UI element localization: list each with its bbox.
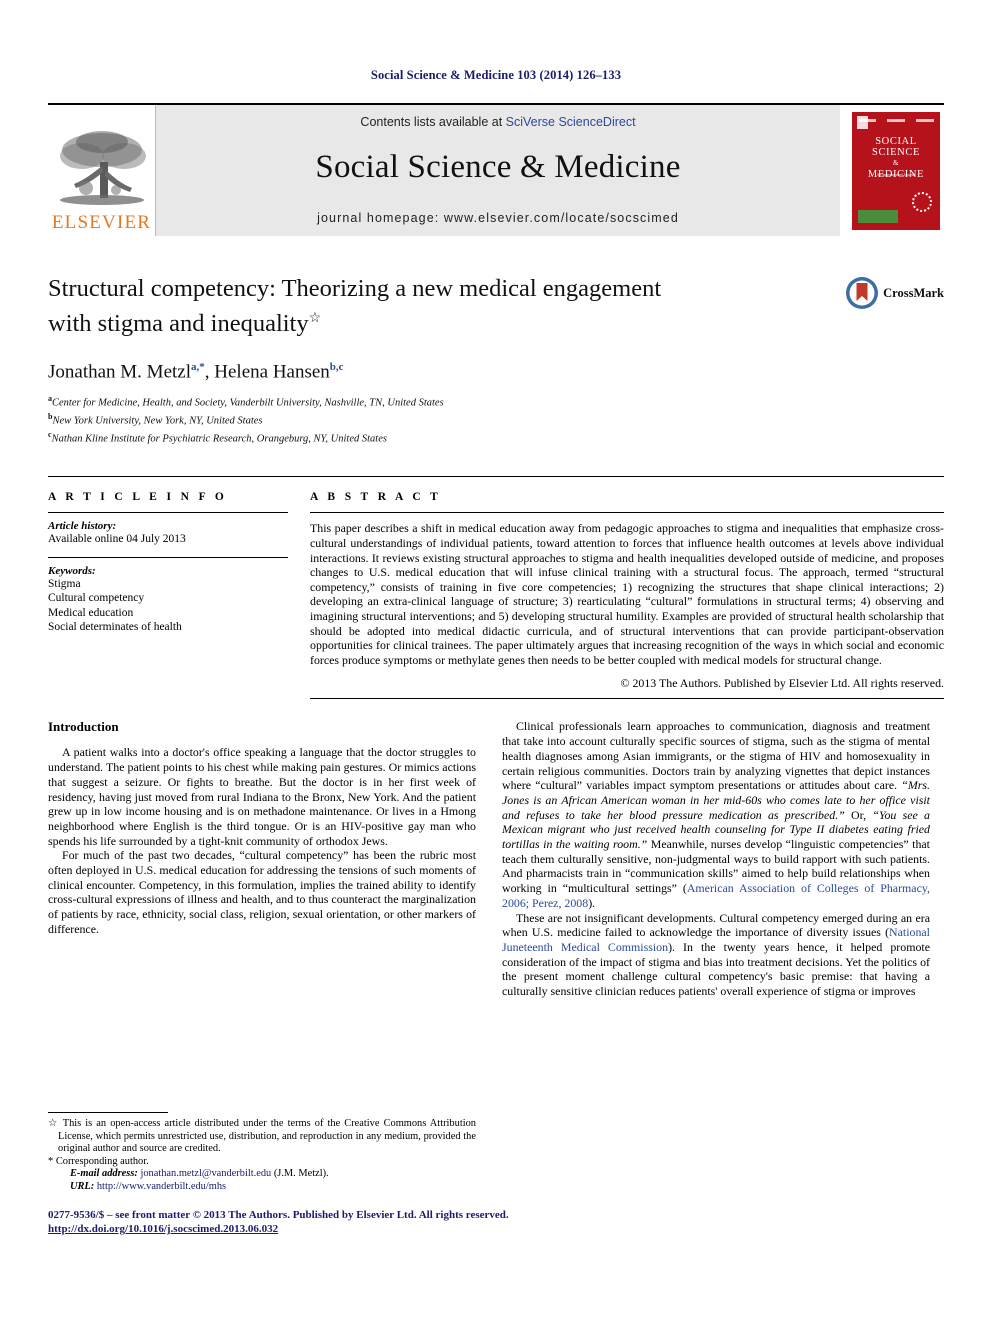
paper-page: Social Science & Medicine 103 (2014) 126…: [0, 0, 992, 1323]
elsevier-tree-icon: [59, 131, 146, 205]
footnote-corresponding-text: Corresponding author.: [55, 1155, 149, 1167]
footnote-star-marker: ☆: [48, 1118, 59, 1129]
article-title-line1: Structural competency: Theorizing a new …: [48, 275, 662, 302]
journal-homepage-link[interactable]: journal homepage: www.elsevier.com/locat…: [317, 211, 679, 236]
cover-title-amp: &: [892, 158, 900, 167]
article-info-heading: A R T I C L E I N F O: [48, 491, 228, 504]
crossmark-icon: [846, 277, 879, 309]
author-name-1[interactable]: Helena Hansen: [214, 361, 330, 382]
abstract-heading: A B S T R A C T: [310, 491, 442, 504]
affiliation-1: bNew York University, New York, NY, Unit…: [48, 410, 944, 428]
footnote-block: ☆ This is an open-access article distrib…: [48, 1112, 476, 1194]
cover-title-line2: SCIENCE: [872, 146, 920, 158]
contents-available-line: Contents lists available at SciVerse Sci…: [360, 115, 635, 129]
text-run: ).: [588, 895, 596, 910]
journal-title: Social Science & Medicine: [315, 148, 681, 185]
author-name-0[interactable]: Jonathan M. Metzl: [48, 361, 191, 382]
cover-anniversary-badge: [912, 191, 932, 212]
body-columns: Introduction A patient walks into a doct…: [48, 719, 944, 998]
keyword-item: Social determinates of health: [48, 621, 182, 634]
article-info-column: A R T I C L E I N F O Article history: A…: [48, 491, 288, 699]
email-label: E-mail address:: [70, 1168, 138, 1180]
section-heading-introduction: Introduction: [48, 719, 119, 735]
abstract-copyright: © 2013 The Authors. Published by Elsevie…: [620, 676, 944, 691]
keywords-label: Keywords:: [48, 564, 96, 577]
elsevier-wordmark: ELSEVIER: [51, 212, 152, 233]
footnote-license-text: This is an open-access article distribut…: [58, 1118, 476, 1155]
text-run: These are not insignificant developments…: [502, 910, 930, 940]
sciencedirect-link[interactable]: SciVerse ScienceDirect: [506, 115, 636, 129]
url-label: URL:: [70, 1180, 95, 1192]
email-link[interactable]: jonathan.metzl@vanderbilt.edu: [140, 1168, 271, 1179]
paragraph: A patient walks into a doctor's office s…: [48, 745, 476, 848]
url-link[interactable]: http://www.vanderbilt.edu/mhs: [97, 1181, 226, 1192]
footnote-url-row: URL: http://www.vanderbilt.edu/mhs: [48, 1181, 476, 1194]
text-run: Or,: [844, 807, 873, 822]
footnote-email-row: E-mail address: jonathan.metzl@vanderbil…: [48, 1168, 476, 1181]
title-block: Structural competency: Theorizing a new …: [48, 274, 944, 446]
page-title: Structural competency: Theorizing a new …: [48, 274, 688, 339]
contents-prefix: Contents lists available at: [360, 115, 506, 129]
affiliation-0: aCenter for Medicine, Health, and Societ…: [48, 392, 944, 410]
abstract-text: This paper describes a shift in medical …: [310, 512, 944, 667]
footnote-asterisk-marker: *: [48, 1155, 54, 1167]
cover-title-line1: SOCIAL: [875, 135, 917, 147]
keyword-item: Medical education: [48, 606, 134, 619]
article-history-group: Article history: Available online 04 Jul…: [48, 513, 288, 557]
cover-subtitle: An International Journal: [876, 171, 916, 177]
article-history-value: Available online 04 July 2013: [48, 533, 186, 546]
keywords-group: Keywords: Stigma Cultural competency Med…: [48, 558, 288, 645]
keyword-item: Cultural competency: [48, 592, 145, 605]
page-footer: 0277-9536/$ – see front matter © 2013 Th…: [48, 1208, 648, 1236]
author-list: Jonathan M. Metzla,*, Helena Hansenb,c: [48, 361, 344, 383]
footnote-rule: [48, 1112, 168, 1113]
journal-banner: Contents lists available at SciVerse Sci…: [156, 105, 840, 236]
journal-cover-thumbnail[interactable]: SOCIAL SCIENCE & MEDICINE An Internation…: [848, 105, 944, 236]
abstract-bottom-rule: [310, 698, 944, 700]
affiliation-text-0: Center for Medicine, Health, and Society…: [52, 397, 444, 409]
doi-link[interactable]: http://dx.doi.org/10.1016/j.socscimed.20…: [48, 1222, 648, 1236]
affiliation-list: aCenter for Medicine, Health, and Societ…: [48, 392, 944, 446]
author-marks-0[interactable]: a,*: [191, 361, 205, 373]
elsevier-logo: ELSEVIER: [48, 105, 156, 236]
paragraph: Clinical professionals learn approaches …: [502, 719, 930, 910]
footnote-license: ☆ This is an open-access article distrib…: [48, 1118, 476, 1156]
cover-green-box: [858, 209, 898, 223]
info-abstract-region: A R T I C L E I N F O Article history: A…: [48, 476, 944, 700]
title-footnote-marker[interactable]: ☆: [309, 311, 322, 326]
author-marks-1[interactable]: b,c: [330, 361, 344, 373]
affiliation-2: cNathan Kline Institute for Psychiatric …: [48, 428, 944, 446]
body-column-right: Clinical professionals learn approaches …: [502, 719, 930, 998]
article-history-label: Article history:: [48, 520, 117, 533]
journal-masthead: ELSEVIER Contents lists available at Sci…: [48, 103, 944, 236]
crossmark-badge[interactable]: CrossMark: [845, 276, 944, 310]
affiliation-text-2: Nathan Kline Institute for Psychiatric R…: [51, 433, 387, 445]
abstract-column: A B S T R A C T This paper describes a s…: [310, 491, 944, 700]
issn-copyright-line: 0277-9536/$ – see front matter © 2013 Th…: [48, 1209, 509, 1221]
keyword-item: Stigma: [48, 577, 81, 590]
cover-top-rules: [858, 118, 934, 123]
text-run: Clinical professionals learn approaches …: [502, 719, 930, 793]
crossmark-label: CrossMark: [883, 285, 944, 300]
paragraph: For much of the past two decades, “cultu…: [48, 848, 476, 936]
footnote-corresponding-author: * Corresponding author.: [48, 1156, 476, 1169]
paragraph: These are not insignificant developments…: [502, 911, 930, 999]
email-suffix: (J.M. Metzl).: [273, 1168, 329, 1180]
article-title-line2: with stigma and inequality: [48, 310, 309, 338]
journal-cover-image: SOCIAL SCIENCE & MEDICINE An Internation…: [852, 111, 940, 230]
body-column-left: Introduction A patient walks into a doct…: [48, 719, 476, 998]
running-head: Social Science & Medicine 103 (2014) 126…: [370, 68, 622, 82]
affiliation-text-1: New York University, New York, NY, Unite…: [52, 415, 263, 427]
